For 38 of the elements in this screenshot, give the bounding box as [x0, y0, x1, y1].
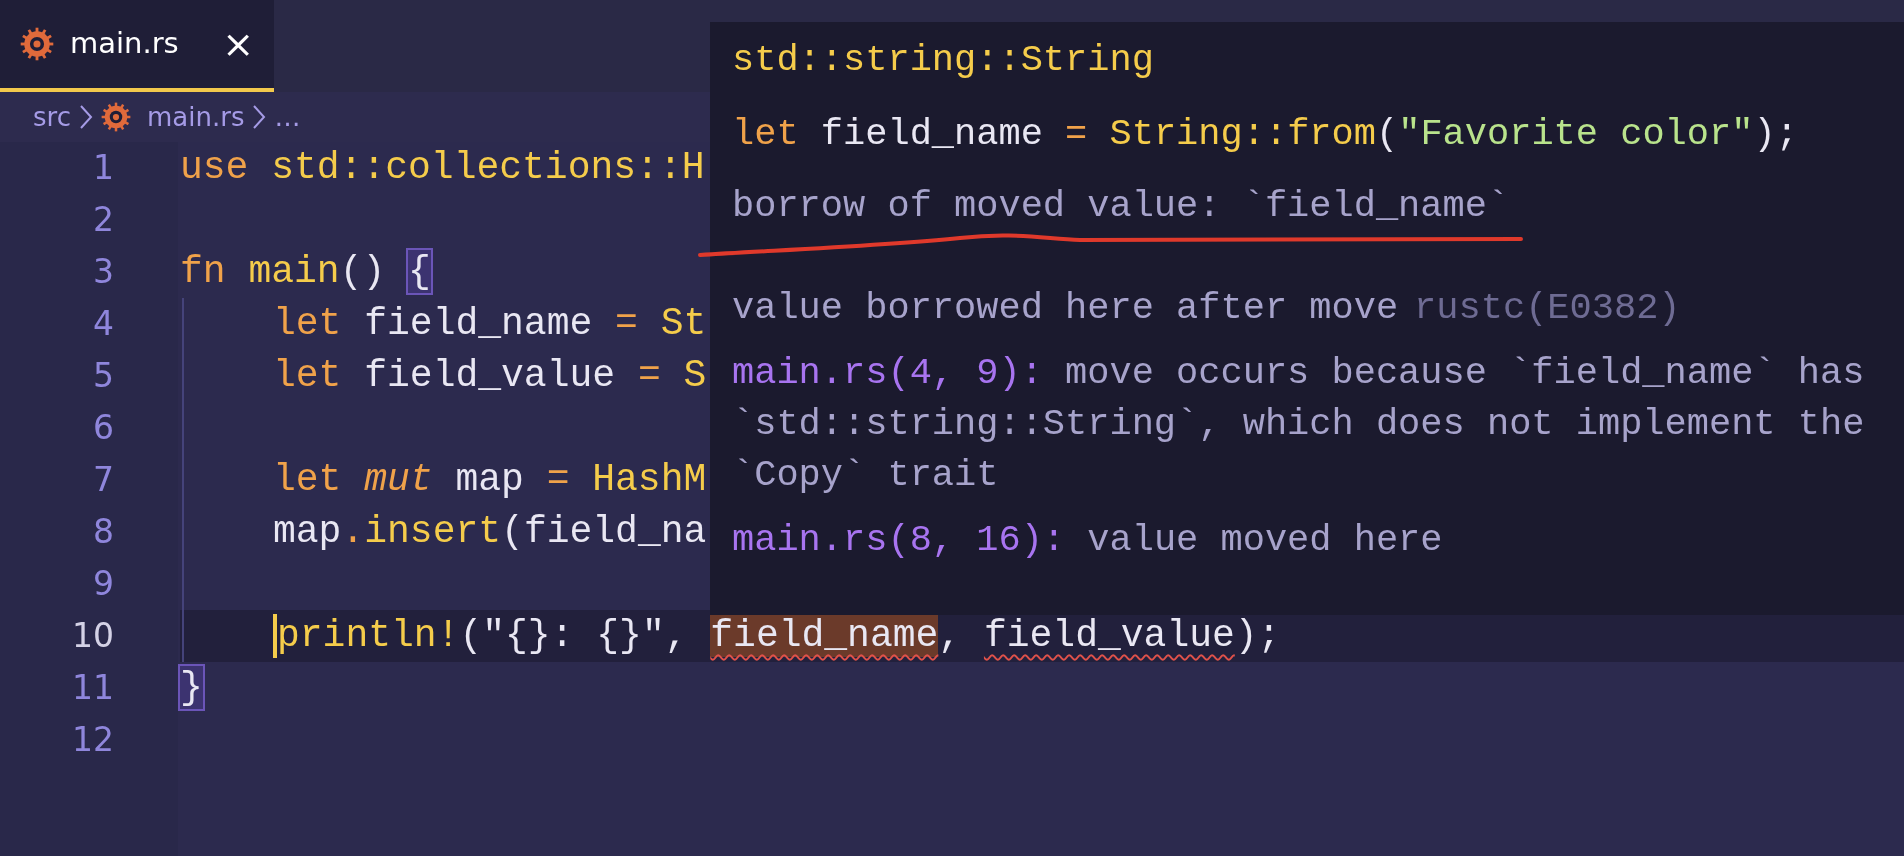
- tab-label: main.rs: [70, 25, 180, 63]
- code-line: use std::collections::H: [180, 145, 705, 191]
- line-number: 12: [71, 719, 115, 761]
- line-number: 4: [92, 303, 115, 345]
- line-number: 7: [92, 459, 115, 501]
- line-number: 8: [92, 511, 115, 553]
- chevron-right-icon: [78, 104, 93, 130]
- related-message: main.rs(8, 16): value moved here: [732, 518, 1444, 563]
- code-line: fn main() {: [180, 249, 431, 295]
- line-number: 10: [71, 615, 115, 657]
- line-number: 2: [92, 199, 115, 241]
- breadcrumb-item[interactable]: …: [274, 97, 301, 137]
- breadcrumb-item[interactable]: main.rs: [100, 97, 245, 137]
- related-location-link[interactable]: main.rs(4, 9):: [732, 352, 1043, 394]
- error-source: rustc(E0382): [1414, 287, 1681, 329]
- error-detail: value borrowed here after move: [732, 287, 1399, 329]
- gear-icon: [20, 27, 54, 61]
- code-line: let field_name = St: [273, 301, 707, 347]
- breadcrumb-item[interactable]: src: [33, 97, 71, 137]
- line-number: 1: [92, 147, 115, 189]
- gear-icon: [100, 102, 131, 132]
- line-number: 3: [92, 251, 115, 293]
- related-location-link[interactable]: main.rs(8, 16):: [732, 519, 1066, 561]
- line-number: 9: [92, 563, 115, 605]
- error-message: borrow of moved value: `field_name`: [732, 185, 1510, 227]
- line-number: 6: [92, 407, 115, 449]
- related-message: main.rs(4, 9): move occurs because `field_name` has `std::string::String`, which does not implement the `Copy` trait: [732, 351, 1866, 498]
- line-number: 5: [92, 355, 115, 397]
- close-button[interactable]: ×: [222, 25, 254, 63]
- editor-tab[interactable]: main.rs ×: [0, 0, 274, 92]
- code-line: let mut map = HashM: [273, 457, 707, 503]
- code-line: map.insert(field_na: [273, 509, 707, 555]
- code-line: let field_name = String::from("Favorite color");: [732, 113, 1798, 155]
- text-cursor: [273, 614, 277, 658]
- code-line: let field_value = S: [273, 353, 707, 399]
- chevron-right-icon: [252, 104, 267, 130]
- type-signature: std::string::String: [732, 39, 1154, 81]
- line-number: 11: [71, 667, 115, 709]
